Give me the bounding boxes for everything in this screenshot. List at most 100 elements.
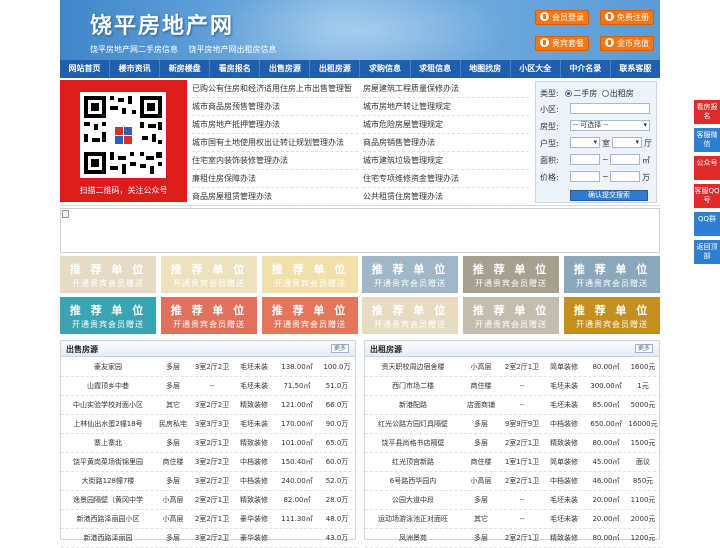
table-row[interactable]: 饶平黄岗菜场街锦里园 商住楼 3室2厅2卫 中档装修 150.40㎡ 60.0万 xyxy=(61,453,357,472)
ad-tile[interactable]: 推 荐 单 位开通贵宾会员赠送 xyxy=(463,256,559,293)
side-qq-group[interactable]: QQ群 xyxy=(694,212,720,236)
table-row[interactable]: 西门市场二楼 商住楼 -- 毛坯未装 300.00㎡ 1元 xyxy=(365,377,661,396)
policy-link[interactable]: 住宅专项维修资金管理办法 xyxy=(363,170,529,188)
policy-link[interactable]: 城市危险房屋管理规定 xyxy=(363,116,529,134)
site-title[interactable]: 饶平房地产网 xyxy=(90,8,234,40)
listing-name[interactable]: 逸景园隔壁（黄冈中学 xyxy=(61,491,155,510)
policy-link[interactable]: 公共租赁住房管理办法 xyxy=(363,188,529,206)
listing-name[interactable]: 西门市场二楼 xyxy=(365,377,461,396)
community-input[interactable] xyxy=(570,103,650,114)
side-back-to-top[interactable]: 返回顶部 xyxy=(694,240,720,264)
policy-link[interactable]: 住宅室内装饰装修管理办法 xyxy=(192,152,358,170)
member-login-button[interactable]: 会员登录 xyxy=(535,10,589,25)
table-row[interactable]: 山霞顶乡中巷 多层 -- 毛坯未装 71.50㎡ 51.0万 xyxy=(61,377,357,396)
side-service-qq[interactable]: 客服QQ号 xyxy=(694,184,720,208)
listing-name[interactable]: 新港西路泽丽园小区 xyxy=(61,510,155,529)
price-min-input[interactable] xyxy=(570,171,600,182)
policy-link[interactable]: 商品房销售管理办法 xyxy=(363,134,529,152)
policy-link[interactable]: 城市商品房预售管理办法 xyxy=(192,98,358,116)
rent-more-button[interactable]: 更多 xyxy=(635,344,653,353)
policy-link[interactable]: 廉租住房保障办法 xyxy=(192,170,358,188)
table-row[interactable]: 饶平县尚格书店隔壁 多层 2室2厅1卫 精致装修 80.00㎡ 1500元 xyxy=(365,434,661,453)
sale-more-button[interactable]: 更多 xyxy=(331,344,349,353)
ad-tile[interactable]: 推 荐 单 位开通贵宾会员赠送 xyxy=(161,297,257,334)
listing-name[interactable]: 中山实验学校对面小区 xyxy=(61,396,155,415)
ad-tile[interactable]: 推 荐 单 位开通贵宾会员赠送 xyxy=(564,297,660,334)
table-row[interactable]: 逸景园隔壁（黄冈中学 小高层 2室2厅1卫 精致装修 82.00㎡ 28.0万 xyxy=(61,491,357,510)
ad-tile[interactable]: 推 荐 单 位开通贵宾会员赠送 xyxy=(60,297,156,334)
ad-tile[interactable]: 推 荐 单 位开通贵宾会员赠送 xyxy=(60,256,156,293)
nav-viewing-signup[interactable]: 看房报名 xyxy=(210,60,261,78)
ad-tile[interactable]: 推 荐 单 位开通贵宾会员赠送 xyxy=(362,297,458,334)
nav-new-homes[interactable]: 新房楼盘 xyxy=(160,60,211,78)
radio-second-hand[interactable]: 二手房 xyxy=(565,89,597,98)
nav-contact[interactable]: 联系客服 xyxy=(611,60,660,78)
table-row[interactable]: 上林仙出水蛋2幢18号 民房私宅 3室3厅3卫 毛坯未装 170.00㎡ 90.0万 xyxy=(61,415,357,434)
ad-tile[interactable]: 推 荐 单 位开通贵宾会员赠送 xyxy=(262,297,358,334)
radio-rent[interactable]: 出租房 xyxy=(601,89,634,98)
policy-link[interactable]: 城市国有土地使用权出让转让规划管理办法 xyxy=(192,134,358,152)
policy-link[interactable]: 城市建筑垃圾管理规定 xyxy=(363,152,529,170)
listing-name[interactable]: 豪友家园 xyxy=(61,358,155,377)
table-row[interactable]: 大街路128幢7楼 多层 3室2厅2卫 中档装修 240.00㎡ 52.0万 xyxy=(61,472,357,491)
nav-want-rent[interactable]: 求租信息 xyxy=(411,60,461,78)
policy-link[interactable]: 房屋建筑工程质量保修办法 xyxy=(363,80,529,98)
listing-name[interactable]: 新港配路 xyxy=(365,396,461,415)
table-row[interactable]: 新港配路 店面商铺 -- 毛坯未装 85.00㎡ 5000元 xyxy=(365,396,661,415)
listing-name[interactable]: 上林仙出水蛋2幢18号 xyxy=(61,415,155,434)
listing-name[interactable]: 凤洲景苑 xyxy=(365,529,461,548)
ad-tile[interactable]: 推 荐 单 位开通贵宾会员赠送 xyxy=(463,297,559,334)
room-type-select[interactable]: -- 可选择 -- xyxy=(570,120,650,131)
policy-link[interactable]: 商品房屋租赁管理办法 xyxy=(192,188,358,206)
table-row[interactable]: 红光公路方园灯具隔壁 多层 9室9厅9卫 中档装修 650.00㎡ 16000元 xyxy=(365,415,661,434)
ad-tile[interactable]: 推 荐 单 位开通贵宾会员赠送 xyxy=(362,256,458,293)
table-row[interactable]: 运动场游泳池正对面旺 其它 -- 毛坯未装 20.00㎡ 2000元 xyxy=(365,510,661,529)
listing-name[interactable]: 饶平县尚格书店隔壁 xyxy=(365,434,461,453)
table-row[interactable]: 豪友家园 多层 3室2厅2卫 毛坯未装 138.00㎡ 100.0万 xyxy=(61,358,357,377)
table-row[interactable]: 新港西路泽丽园小区 小高层 2室2厅1卫 豪华装修 111.30㎡ 48.0万 xyxy=(61,510,357,529)
listing-name[interactable]: 红光公路方园灯具隔壁 xyxy=(365,415,461,434)
table-row[interactable]: 6号路西华园内 小高层 2室2厅1卫 中档装修 46.00㎡ 850元 xyxy=(365,472,661,491)
ad-tile[interactable]: 推 荐 单 位开通贵宾会员赠送 xyxy=(564,256,660,293)
vip-package-button[interactable]: 贵宾套餐 xyxy=(535,36,589,51)
sub-link-sale[interactable]: 饶平房地产网二手房信息 xyxy=(90,45,178,54)
banner-image[interactable] xyxy=(60,208,660,253)
side-official-account[interactable]: 公众号 xyxy=(694,156,720,180)
nav-home[interactable]: 网站首页 xyxy=(60,60,111,78)
listing-name[interactable]: 资天职校周边宿舍楼 xyxy=(365,358,461,377)
nav-sale[interactable]: 出售房源 xyxy=(260,60,311,78)
listing-name[interactable]: 大街路128幢7楼 xyxy=(61,472,155,491)
table-row[interactable]: 新港西路泽丽园 多层 3室2厅2卫 豪华装修 43.0万 xyxy=(61,529,357,548)
table-row[interactable]: 凤洲景苑 多层 2室2厅1卫 精致装修 80.00㎡ 1200元 xyxy=(365,529,661,548)
listing-name[interactable]: 红光顶宫新路 xyxy=(365,453,461,472)
table-row[interactable]: 红光顶宫新路 商住楼 1室1厅1卫 简单装修 45.00㎡ 面议 xyxy=(365,453,661,472)
listing-name[interactable]: 公园大道中段 xyxy=(365,491,461,510)
listing-name[interactable]: 饶平黄岗菜场街锦里园 xyxy=(61,453,155,472)
search-submit-button[interactable]: 确认提交搜索 xyxy=(570,190,648,201)
policy-link[interactable]: 已购公有住房和经济适用住房上市出售管理暂 xyxy=(192,80,358,98)
table-row[interactable]: 资天职校周边宿舍楼 小高层 2室2厅1卫 简单装修 80.00㎡ 1600元 xyxy=(365,358,661,377)
nav-communities[interactable]: 小区大全 xyxy=(511,60,561,78)
listing-name[interactable]: 新港西路泽丽园 xyxy=(61,529,155,548)
listing-name[interactable]: 运动场游泳池正对面旺 xyxy=(365,510,461,529)
policy-link[interactable]: 城市房地产抵押管理办法 xyxy=(192,116,358,134)
hall-count-select[interactable] xyxy=(612,137,642,148)
table-row[interactable]: 公园大道中段 多层 -- 毛坯未装 20.00㎡ 1100元 xyxy=(365,491,661,510)
area-max-input[interactable] xyxy=(610,154,640,165)
side-service-wechat[interactable]: 客服微信 xyxy=(694,128,720,152)
policy-link[interactable]: 城市房地产转让管理规定 xyxy=(363,98,529,116)
ad-tile[interactable]: 推 荐 单 位开通贵宾会员赠送 xyxy=(161,256,257,293)
side-viewing-signup[interactable]: 看房报名 xyxy=(694,100,720,124)
register-button[interactable]: 免费注册 xyxy=(600,10,654,25)
nav-news[interactable]: 楼市资讯 xyxy=(110,60,161,78)
nav-want-buy[interactable]: 求购信息 xyxy=(360,60,411,78)
listing-name[interactable]: 山霞顶乡中巷 xyxy=(61,377,155,396)
ad-tile[interactable]: 推 荐 单 位开通贵宾会员赠送 xyxy=(262,256,358,293)
price-max-input[interactable] xyxy=(610,171,640,182)
table-row[interactable]: 中山实验学校对面小区 其它 3室2厅2卫 精致装修 121.00㎡ 66.0万 xyxy=(61,396,357,415)
listing-name[interactable]: 6号路西华园内 xyxy=(365,472,461,491)
area-min-input[interactable] xyxy=(570,154,600,165)
nav-agencies[interactable]: 中介名录 xyxy=(561,60,611,78)
nav-rent[interactable]: 出租房源 xyxy=(310,60,361,78)
table-row[interactable]: 寨上寨北 多层 3室2厅1卫 精致装修 101.00㎡ 65.0万 xyxy=(61,434,357,453)
